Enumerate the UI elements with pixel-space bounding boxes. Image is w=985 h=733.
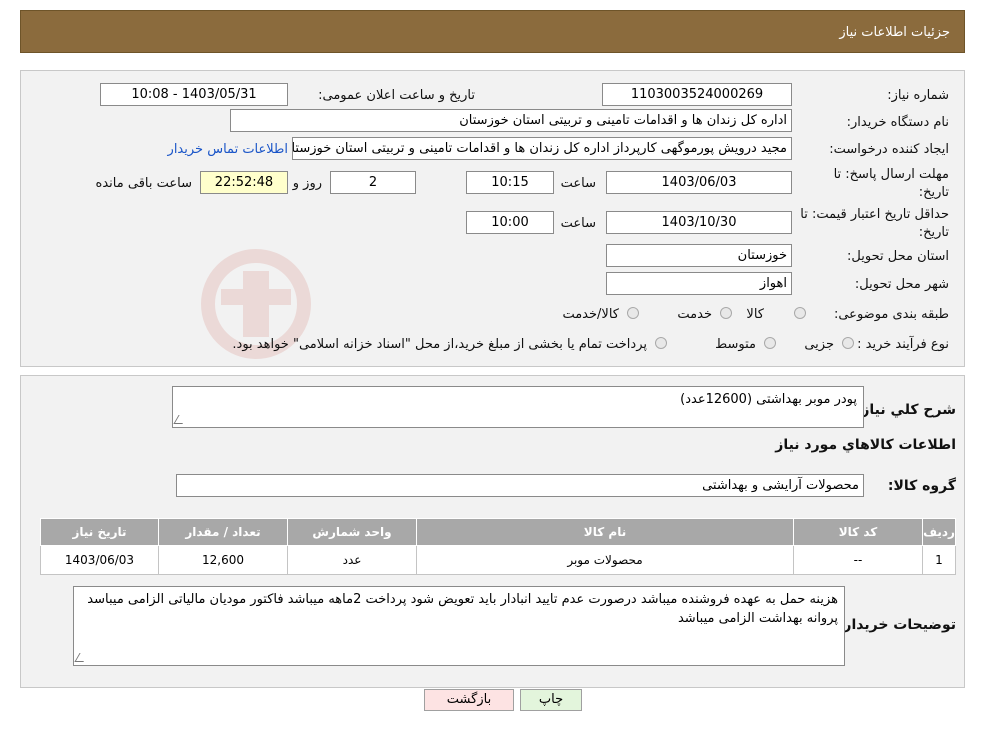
- resize-handle-icon[interactable]: [173, 415, 188, 424]
- col-code: کد کالا: [793, 518, 923, 546]
- deadline-label: مهلت ارسال پاسخ: تا: [833, 167, 949, 182]
- category-radio-goods[interactable]: [794, 307, 806, 319]
- validity-time-field: 10:00: [466, 211, 554, 234]
- process-option-medium: متوسط: [715, 337, 756, 352]
- category-radio-service[interactable]: [720, 307, 732, 319]
- cell-row: 1: [922, 545, 956, 575]
- buyer-label: نام دستگاه خریدار:: [846, 115, 949, 130]
- goods-group-label: گروه کالا:: [887, 478, 956, 494]
- col-row: رديف: [922, 518, 956, 546]
- col-date: تاريخ نياز: [40, 518, 159, 546]
- process-radio-minor[interactable]: [842, 337, 854, 349]
- page-header: جزئیات اطلاعات نیاز: [20, 10, 965, 53]
- province-field: خوزستان: [606, 244, 792, 267]
- need-details-panel: شرح کلي نياز: پودر موبر بهداشتی (12600عد…: [20, 375, 965, 688]
- deadline-date-field: 1403/06/03: [606, 171, 792, 194]
- announce-field: 1403/05/31 - 10:08: [100, 83, 288, 106]
- creator-label: ایجاد کننده درخواست:: [829, 142, 949, 157]
- city-label: شهر محل تحویل:: [854, 277, 949, 292]
- validity-date-field: 1403/10/30: [606, 211, 792, 234]
- cell-quantity: 12,600: [158, 545, 288, 575]
- resize-handle-icon[interactable]: [74, 653, 89, 662]
- table-header-row: رديف کد کالا نام کالا واحد شمارش تعداد /…: [40, 518, 956, 546]
- process-radio-medium[interactable]: [764, 337, 776, 349]
- city-field: اهواز: [606, 272, 792, 295]
- col-quantity: تعداد / مقدار: [158, 518, 288, 546]
- process-note: پرداخت تمام یا بخشی از مبلغ خرید،از محل …: [232, 337, 647, 352]
- summary-text: پودر موبر بهداشتی (12600عدد): [680, 392, 857, 407]
- goods-group-field: محصولات آرایشی و بهداشتی: [176, 474, 864, 497]
- goods-table: رديف کد کالا نام کالا واحد شمارش تعداد /…: [40, 518, 956, 575]
- validity-time-label: ساعت: [560, 216, 596, 231]
- cell-name: محصولات موبر: [416, 545, 794, 575]
- buyer-notes-label: توضيحات خريدار:: [837, 617, 956, 633]
- creator-field: مجید درویش پورموگهی کارپرداز اداره کل زن…: [292, 137, 792, 160]
- col-unit: واحد شمارش: [287, 518, 417, 546]
- print-button[interactable]: چاپ: [520, 689, 582, 711]
- cell-unit: عدد: [287, 545, 417, 575]
- process-radio-treasury[interactable]: [655, 337, 667, 349]
- category-option-service: خدمت: [677, 307, 712, 322]
- goods-info-title: اطلاعات کالاهاي مورد نياز: [775, 437, 956, 453]
- deadline-label-2: تاریخ:: [918, 185, 949, 200]
- process-label: نوع فرآیند خرید :: [857, 337, 949, 352]
- category-label: طبقه بندی موضوعی:: [833, 307, 949, 322]
- remaining-time-label: ساعت باقی مانده: [95, 176, 192, 191]
- col-name: نام کالا: [416, 518, 794, 546]
- cell-code: --: [793, 545, 923, 575]
- need-number-field: 1103003524000269: [602, 83, 792, 106]
- cell-date: 1403/06/03: [40, 545, 159, 575]
- validity-label-2: تاریخ:: [918, 225, 949, 240]
- days-label: روز و: [292, 176, 322, 191]
- summary-label: شرح کلي نياز:: [855, 402, 956, 418]
- back-button[interactable]: بازگشت: [424, 689, 514, 711]
- page-title: جزئیات اطلاعات نیاز: [839, 25, 950, 40]
- buyer-field: اداره کل زندان ها و اقدامات تامینی و ترب…: [230, 109, 792, 132]
- deadline-time-label: ساعت: [560, 176, 596, 191]
- process-option-minor: جزیی: [804, 337, 834, 352]
- category-radio-goods-service[interactable]: [627, 307, 639, 319]
- buyer-contact-link[interactable]: اطلاعات تماس خریدار: [168, 142, 288, 157]
- category-option-goods: کالا: [746, 307, 764, 322]
- buyer-notes-text: هزینه حمل به عهده فروشنده میباشد درصورت …: [87, 592, 838, 626]
- table-row: 1 -- محصولات موبر عدد 12,600 1403/06/03: [40, 545, 956, 575]
- need-number-label: شماره نیاز:: [887, 88, 949, 103]
- remaining-time-field: 22:52:48: [200, 171, 288, 194]
- days-remaining-field: 2: [330, 171, 416, 194]
- validity-label: حداقل تاریخ اعتبار قیمت: تا: [800, 207, 949, 222]
- category-option-goods-service: کالا/خدمت: [562, 307, 619, 322]
- announce-label: تاریخ و ساعت اعلان عمومی:: [318, 88, 475, 103]
- deadline-time-field: 10:15: [466, 171, 554, 194]
- summary-textarea[interactable]: پودر موبر بهداشتی (12600عدد): [172, 386, 864, 428]
- need-info-panel: شماره نیاز: 1103003524000269 تاریخ و ساع…: [20, 70, 965, 367]
- buyer-notes-textarea[interactable]: هزینه حمل به عهده فروشنده میباشد درصورت …: [73, 586, 845, 666]
- province-label: استان محل تحویل:: [847, 249, 949, 264]
